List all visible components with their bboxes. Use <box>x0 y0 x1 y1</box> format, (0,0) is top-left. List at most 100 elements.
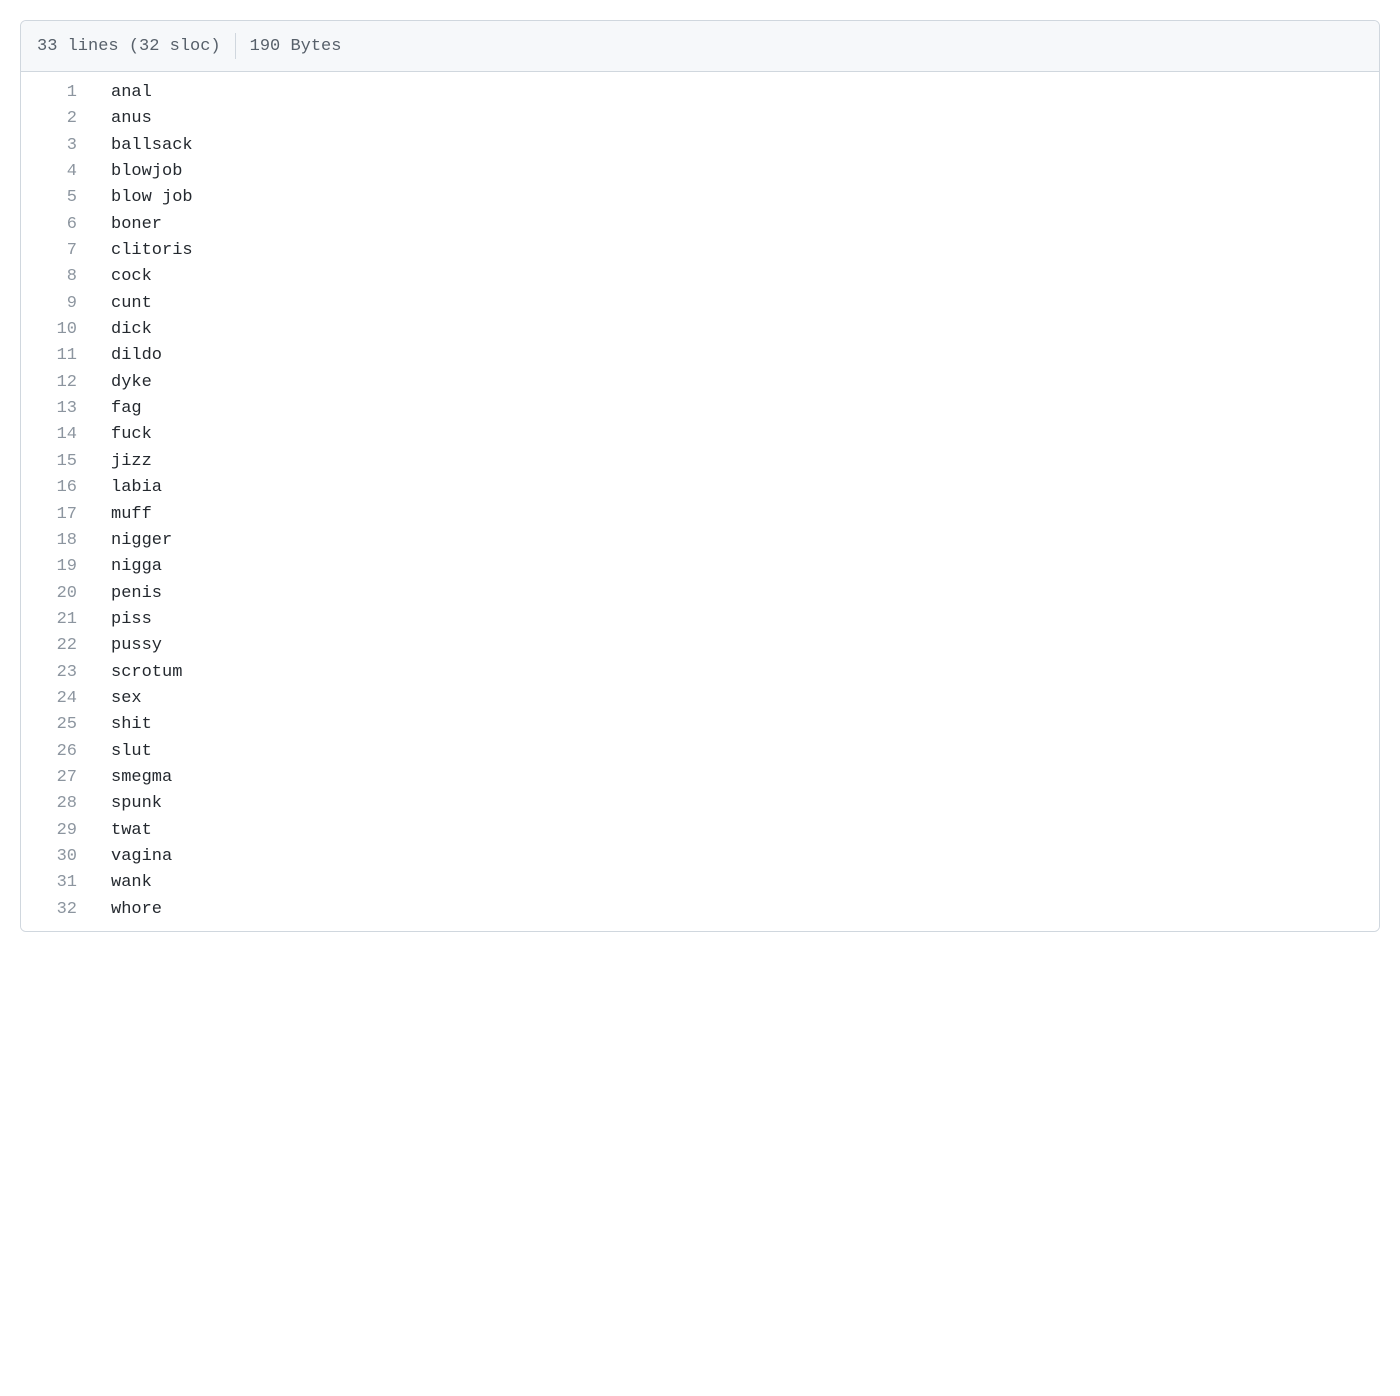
line-number[interactable]: 23 <box>21 660 91 686</box>
table-row: 20penis <box>21 581 1379 607</box>
line-content: scrotum <box>91 660 1379 686</box>
table-row: 26slut <box>21 739 1379 765</box>
table-row: 27smegma <box>21 765 1379 791</box>
line-number[interactable]: 26 <box>21 739 91 765</box>
table-row: 31wank <box>21 870 1379 896</box>
line-content: cock <box>91 264 1379 290</box>
table-row: 17muff <box>21 502 1379 528</box>
line-content: vagina <box>91 844 1379 870</box>
line-number[interactable]: 19 <box>21 554 91 580</box>
table-row: 10dick <box>21 317 1379 343</box>
header-divider <box>235 33 236 59</box>
table-row: 32whore <box>21 897 1379 931</box>
table-row: 23scrotum <box>21 660 1379 686</box>
table-row: 4blowjob <box>21 159 1379 185</box>
table-row: 24sex <box>21 686 1379 712</box>
line-number[interactable]: 25 <box>21 712 91 738</box>
line-content: blow job <box>91 185 1379 211</box>
line-number[interactable]: 13 <box>21 396 91 422</box>
table-row: 5blow job <box>21 185 1379 211</box>
line-number[interactable]: 29 <box>21 818 91 844</box>
line-number[interactable]: 2 <box>21 106 91 132</box>
line-number[interactable]: 27 <box>21 765 91 791</box>
table-row: 22pussy <box>21 633 1379 659</box>
line-number[interactable]: 17 <box>21 502 91 528</box>
table-row: 7clitoris <box>21 238 1379 264</box>
line-content: shit <box>91 712 1379 738</box>
line-number[interactable]: 28 <box>21 791 91 817</box>
line-content: sex <box>91 686 1379 712</box>
blob-tbody: 1anal2anus3ballsack4blowjob5blow job6bon… <box>21 72 1379 931</box>
line-number[interactable]: 15 <box>21 449 91 475</box>
blob-table: 1anal2anus3ballsack4blowjob5blow job6bon… <box>21 72 1379 931</box>
table-row: 14fuck <box>21 422 1379 448</box>
table-row: 18nigger <box>21 528 1379 554</box>
table-row: 9cunt <box>21 291 1379 317</box>
table-row: 1anal <box>21 72 1379 106</box>
line-number[interactable]: 32 <box>21 897 91 931</box>
table-row: 25shit <box>21 712 1379 738</box>
line-number[interactable]: 12 <box>21 370 91 396</box>
line-number[interactable]: 18 <box>21 528 91 554</box>
line-content: dyke <box>91 370 1379 396</box>
line-content: spunk <box>91 791 1379 817</box>
line-content: clitoris <box>91 238 1379 264</box>
line-content: labia <box>91 475 1379 501</box>
line-content: cunt <box>91 291 1379 317</box>
table-row: 12dyke <box>21 370 1379 396</box>
line-number[interactable]: 3 <box>21 133 91 159</box>
line-number[interactable]: 9 <box>21 291 91 317</box>
table-row: 15jizz <box>21 449 1379 475</box>
line-number[interactable]: 20 <box>21 581 91 607</box>
line-number[interactable]: 4 <box>21 159 91 185</box>
line-number[interactable]: 14 <box>21 422 91 448</box>
line-number[interactable]: 31 <box>21 870 91 896</box>
table-row: 6boner <box>21 212 1379 238</box>
table-row: 2anus <box>21 106 1379 132</box>
lines-count-label: 33 lines (32 sloc) <box>37 37 221 56</box>
line-content: dick <box>91 317 1379 343</box>
line-number[interactable]: 10 <box>21 317 91 343</box>
file-size-label: 190 Bytes <box>250 37 342 56</box>
line-content: ballsack <box>91 133 1379 159</box>
line-number[interactable]: 24 <box>21 686 91 712</box>
line-content: dildo <box>91 343 1379 369</box>
line-number[interactable]: 16 <box>21 475 91 501</box>
line-content: pussy <box>91 633 1379 659</box>
line-content: nigger <box>91 528 1379 554</box>
table-row: 30vagina <box>21 844 1379 870</box>
line-number[interactable]: 22 <box>21 633 91 659</box>
line-content: twat <box>91 818 1379 844</box>
line-content: anus <box>91 106 1379 132</box>
line-number[interactable]: 8 <box>21 264 91 290</box>
table-row: 11dildo <box>21 343 1379 369</box>
line-content: muff <box>91 502 1379 528</box>
line-number[interactable]: 11 <box>21 343 91 369</box>
line-content: penis <box>91 581 1379 607</box>
line-content: wank <box>91 870 1379 896</box>
table-row: 8cock <box>21 264 1379 290</box>
line-number[interactable]: 7 <box>21 238 91 264</box>
table-row: 21piss <box>21 607 1379 633</box>
line-number[interactable]: 21 <box>21 607 91 633</box>
table-row: 19nigga <box>21 554 1379 580</box>
line-number[interactable]: 5 <box>21 185 91 211</box>
file-info: 33 lines (32 sloc) 190 Bytes <box>37 33 341 59</box>
line-number[interactable]: 6 <box>21 212 91 238</box>
line-content: blowjob <box>91 159 1379 185</box>
table-row: 16labia <box>21 475 1379 501</box>
file-header: 33 lines (32 sloc) 190 Bytes <box>21 21 1379 72</box>
line-content: smegma <box>91 765 1379 791</box>
table-row: 13fag <box>21 396 1379 422</box>
line-number[interactable]: 1 <box>21 72 91 106</box>
line-content: fag <box>91 396 1379 422</box>
line-content: nigga <box>91 554 1379 580</box>
line-content: slut <box>91 739 1379 765</box>
blob-wrapper: 1anal2anus3ballsack4blowjob5blow job6bon… <box>21 72 1379 931</box>
line-content: piss <box>91 607 1379 633</box>
line-content: jizz <box>91 449 1379 475</box>
line-content: fuck <box>91 422 1379 448</box>
file-box: 33 lines (32 sloc) 190 Bytes 1anal2anus3… <box>20 20 1380 932</box>
line-content: boner <box>91 212 1379 238</box>
line-number[interactable]: 30 <box>21 844 91 870</box>
